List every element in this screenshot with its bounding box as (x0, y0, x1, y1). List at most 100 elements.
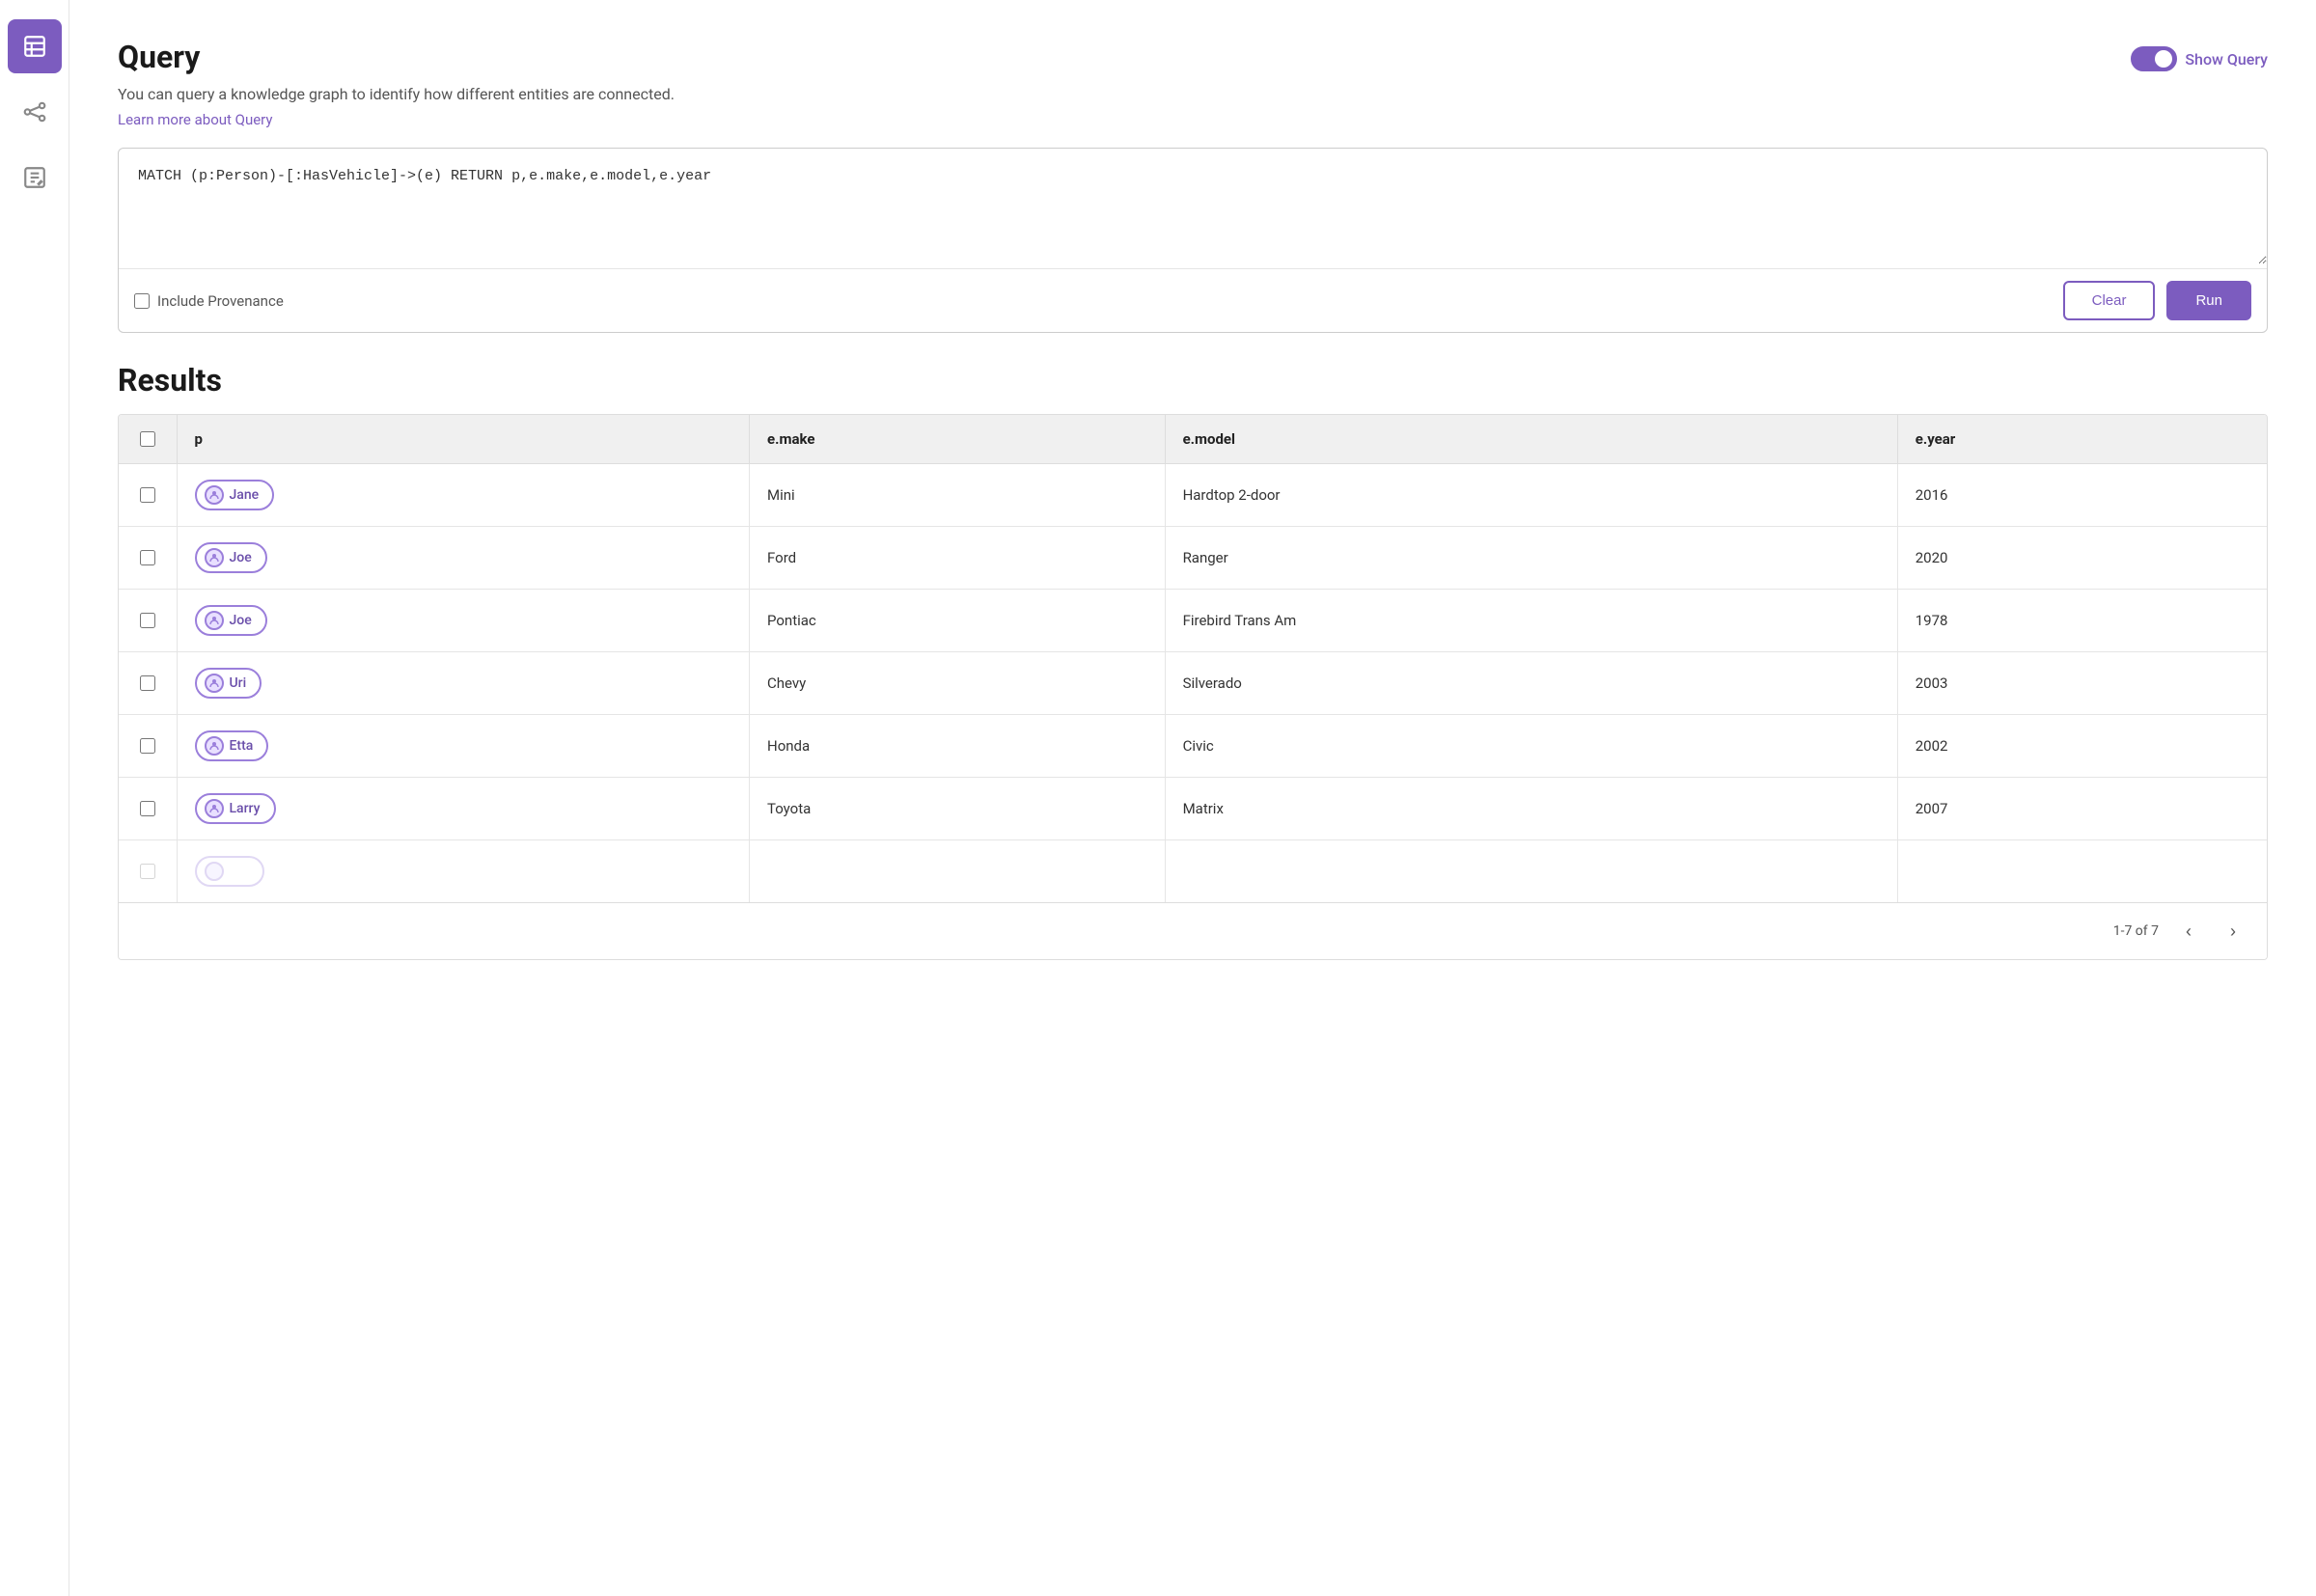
sidebar-item-table[interactable] (8, 19, 62, 73)
cell-emake: Honda (750, 715, 1166, 778)
cell-partial-make (750, 840, 1166, 903)
entity-pill[interactable]: Etta (195, 730, 269, 761)
row-checkbox-cell (119, 778, 177, 840)
cell-p: Joe (177, 527, 750, 590)
table-row-partial (119, 840, 2267, 903)
entity-pill[interactable]: Joe (195, 542, 267, 573)
entity-name: Etta (230, 738, 254, 754)
row-checkbox[interactable] (136, 675, 159, 691)
include-provenance-checkbox[interactable] (134, 293, 150, 309)
toggle-switch[interactable] (2131, 46, 2177, 71)
cell-partial-p (177, 840, 750, 903)
cell-emodel: Ranger (1165, 527, 1897, 590)
row-checkbox-cell (119, 590, 177, 652)
entity-pill-icon (205, 611, 224, 630)
pagination-label: 1-7 of 7 (2113, 923, 2159, 939)
include-provenance-text: Include Provenance (157, 292, 284, 310)
row-select-checkbox[interactable] (140, 675, 155, 691)
clear-button[interactable]: Clear (2063, 281, 2156, 320)
cell-emodel: Silverado (1165, 652, 1897, 715)
row-checkbox-cell (119, 527, 177, 590)
cell-p: Jane (177, 464, 750, 527)
query-header-left: Query You can query a knowledge graph to… (118, 39, 2131, 148)
table-row: Joe FordRanger2020 (119, 527, 2267, 590)
row-select-checkbox[interactable] (140, 550, 155, 565)
cell-p: Uri (177, 652, 750, 715)
entity-pill-icon (205, 548, 224, 567)
cell-eyear: 1978 (1897, 590, 2267, 652)
entity-name: Jane (230, 487, 260, 503)
sidebar (0, 0, 69, 1596)
main-content: Query You can query a knowledge graph to… (69, 0, 2316, 1596)
entity-pill-icon (205, 736, 224, 756)
row-checkbox[interactable] (136, 613, 159, 628)
cell-emake: Chevy (750, 652, 1166, 715)
run-button[interactable]: Run (2166, 281, 2251, 320)
cell-eyear: 2002 (1897, 715, 2267, 778)
include-provenance-label[interactable]: Include Provenance (134, 292, 284, 310)
row-checkbox[interactable] (136, 487, 159, 503)
query-actions: Clear Run (2063, 281, 2251, 320)
query-box: MATCH (p:Person)-[:HasVehicle]->(e) RETU… (118, 148, 2268, 333)
row-select-checkbox[interactable] (140, 487, 155, 503)
cell-eyear: 2016 (1897, 464, 2267, 527)
sidebar-item-graph[interactable] (8, 85, 62, 139)
table-row: Joe PontiacFirebird Trans Am1978 (119, 590, 2267, 652)
header-checkbox-col (119, 415, 177, 464)
entity-pill[interactable]: Jane (195, 480, 275, 510)
row-select-checkbox[interactable] (140, 613, 155, 628)
row-select-checkbox[interactable] (140, 738, 155, 754)
header-eyear: e.year (1897, 415, 2267, 464)
cell-emake: Pontiac (750, 590, 1166, 652)
show-query-label: Show Query (2185, 50, 2268, 69)
results-table: p e.make e.model e.year Jane MiniHardto (119, 415, 2267, 902)
cell-emodel: Matrix (1165, 778, 1897, 840)
query-footer: Include Provenance Clear Run (119, 268, 2267, 332)
row-checkbox-cell (119, 715, 177, 778)
cell-emodel: Civic (1165, 715, 1897, 778)
page-title: Query (118, 39, 2131, 75)
entity-pill-icon (205, 799, 224, 818)
results-table-wrapper: p e.make e.model e.year Jane MiniHardto (118, 414, 2268, 960)
entity-pill-icon (205, 485, 224, 505)
cell-emake: Mini (750, 464, 1166, 527)
row-checkbox[interactable] (136, 801, 159, 816)
entity-pill[interactable]: Larry (195, 793, 276, 824)
row-checkbox-cell (119, 652, 177, 715)
cell-eyear: 2003 (1897, 652, 2267, 715)
cell-partial-year (1897, 840, 2267, 903)
show-query-toggle[interactable]: Show Query (2131, 46, 2268, 71)
table-header-row: p e.make e.model e.year (119, 415, 2267, 464)
entity-name: Joe (230, 550, 252, 565)
row-checkbox-cell (119, 464, 177, 527)
app-layout: Query You can query a knowledge graph to… (0, 0, 2316, 1596)
sidebar-item-edit[interactable] (8, 151, 62, 205)
query-header-right: Show Query (2131, 39, 2268, 71)
header-emodel: e.model (1165, 415, 1897, 464)
cell-emodel: Firebird Trans Am (1165, 590, 1897, 652)
header-checkbox[interactable] (136, 431, 159, 447)
cell-emake: Ford (750, 527, 1166, 590)
table-footer: 1-7 of 7 ‹ › (119, 902, 2267, 959)
cell-eyear: 2020 (1897, 527, 2267, 590)
pagination-next-button[interactable]: › (2219, 917, 2247, 946)
select-all-checkbox[interactable] (140, 431, 155, 447)
query-textarea[interactable]: MATCH (p:Person)-[:HasVehicle]->(e) RETU… (119, 149, 2267, 264)
entity-pill[interactable]: Joe (195, 605, 267, 636)
entity-pill-icon (205, 674, 224, 693)
row-select-checkbox[interactable] (140, 801, 155, 816)
learn-more-link[interactable]: Learn more about Query (118, 111, 273, 128)
table-row: Larry ToyotaMatrix2007 (119, 778, 2267, 840)
cell-p: Etta (177, 715, 750, 778)
entity-pill[interactable]: Uri (195, 668, 262, 699)
pagination-prev-button[interactable]: ‹ (2174, 917, 2203, 946)
cell-partial-checkbox (119, 840, 177, 903)
results-title: Results (118, 362, 2268, 399)
cell-eyear: 2007 (1897, 778, 2267, 840)
row-checkbox[interactable] (136, 738, 159, 754)
row-checkbox[interactable] (136, 550, 159, 565)
cell-p: Larry (177, 778, 750, 840)
header-emake: e.make (750, 415, 1166, 464)
cell-partial-model (1165, 840, 1897, 903)
cell-p: Joe (177, 590, 750, 652)
